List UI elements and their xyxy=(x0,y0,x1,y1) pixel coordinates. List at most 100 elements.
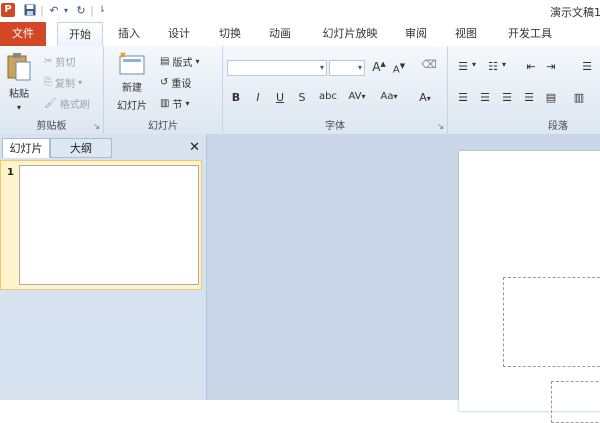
layout-dropdown-icon[interactable]: ▾ xyxy=(195,57,199,66)
tab-animations[interactable]: 动画 xyxy=(260,22,300,46)
tab-file[interactable]: 文件 xyxy=(0,22,46,46)
tab-developer[interactable]: 开发工具 xyxy=(498,22,562,46)
slides-group: 新建 幻灯片 ▤ 版式 ▾ ↺ 重设 ▥ 节 ▾ 幻灯片 xyxy=(104,46,223,134)
format-painter-label: 格式刷 xyxy=(59,100,90,111)
slide-number: 1 xyxy=(7,167,14,178)
char-spacing-button[interactable]: AV▾ xyxy=(343,91,371,102)
columns-icon[interactable]: ▥ xyxy=(572,91,586,104)
align-center-icon[interactable]: ☰ xyxy=(478,91,492,104)
copy-label: 复制 xyxy=(55,79,75,90)
align-right-icon[interactable]: ☰ xyxy=(500,91,514,104)
tab-transitions[interactable]: 切换 xyxy=(210,22,250,46)
shadow-button[interactable]: abc xyxy=(317,91,339,102)
slide-thumbnail[interactable] xyxy=(19,165,199,285)
change-case-dropdown-icon[interactable]: ▾ xyxy=(393,92,397,101)
customize-icon[interactable]: ⇂ xyxy=(96,3,108,17)
clear-format-icon[interactable]: ⌫ xyxy=(419,58,439,71)
layout-icon: ▤ xyxy=(160,56,170,67)
tab-review[interactable]: 审阅 xyxy=(396,22,436,46)
ribbon-tabs: 文件 开始 插入 设计 切换 动画 幻灯片放映 审阅 视图 开发工具 xyxy=(0,22,600,47)
numbering-dropdown-icon[interactable]: ▾ xyxy=(500,60,508,69)
copy-button[interactable]: ⎘ 复制 ▾ xyxy=(44,75,82,90)
undo-icon[interactable]: ↶ xyxy=(46,3,62,17)
save-icon[interactable] xyxy=(22,3,38,17)
tab-home[interactable]: 开始 xyxy=(57,22,103,46)
new-slide-icon xyxy=(119,52,145,75)
bold-button[interactable]: B xyxy=(229,91,243,104)
font-size-dropdown-icon[interactable]: ▾ xyxy=(358,63,362,72)
cut-icon: ✂ xyxy=(44,56,53,67)
char-spacing-label: AV xyxy=(348,91,362,102)
reset-button[interactable]: ↺ 重设 xyxy=(160,75,191,90)
grow-font-button[interactable]: A▲ xyxy=(371,60,387,74)
subtitle-placeholder[interactable] xyxy=(551,381,600,423)
align-left-icon[interactable]: ☰ xyxy=(456,91,470,104)
redo-icon[interactable]: ↻ xyxy=(74,3,88,17)
font-name-combo[interactable]: ▾ xyxy=(227,60,327,76)
section-label: 节 xyxy=(172,100,183,111)
paragraph-group-label: 段落 xyxy=(548,121,568,132)
copy-icon: ⎘ xyxy=(44,77,52,88)
window-title: 演示文稿1 xyxy=(550,6,600,19)
line-spacing-icon[interactable]: ☰ xyxy=(580,60,594,73)
font-group-label: 字体 xyxy=(325,121,345,132)
panel-tabs: 幻灯片 大纲 ✕ xyxy=(0,138,206,160)
bullets-dropdown-icon[interactable]: ▾ xyxy=(470,60,478,69)
copy-dropdown-icon[interactable]: ▾ xyxy=(78,78,82,87)
paste-dropdown-icon[interactable]: ▾ xyxy=(17,103,21,112)
change-case-button[interactable]: Aa▾ xyxy=(375,91,403,102)
dialog-launcher-icon[interactable]: ↘ xyxy=(437,122,444,131)
increase-indent-icon[interactable]: ⇥ xyxy=(544,60,558,73)
reset-icon: ↺ xyxy=(160,77,169,88)
underline-button[interactable]: U xyxy=(273,91,287,104)
font-color-label: A xyxy=(419,91,427,104)
section-dropdown-icon[interactable]: ▾ xyxy=(185,99,189,108)
shrink-font-button[interactable]: A▼ xyxy=(391,62,407,75)
slide-thumbnail-selected[interactable]: 1 xyxy=(0,160,202,290)
tab-slideshow[interactable]: 幻灯片放映 xyxy=(312,22,388,46)
section-button[interactable]: ▥ 节 ▾ xyxy=(160,96,189,111)
tab-design[interactable]: 设计 xyxy=(160,22,198,46)
paste-button[interactable]: 粘贴 ▾ xyxy=(4,52,34,112)
paste-label: 粘贴 xyxy=(9,89,29,100)
font-color-dropdown-icon[interactable]: ▾ xyxy=(427,94,431,103)
font-color-button[interactable]: A▾ xyxy=(413,91,437,104)
strikethrough-button[interactable]: S xyxy=(295,91,309,104)
font-name-dropdown-icon[interactable]: ▾ xyxy=(320,63,324,72)
tab-outline[interactable]: 大纲 xyxy=(50,138,112,158)
new-slide-label-2: 幻灯片 xyxy=(117,101,147,112)
font-size-combo[interactable]: ▾ xyxy=(329,60,365,76)
char-spacing-dropdown-icon[interactable]: ▾ xyxy=(362,92,366,101)
change-case-label: Aa xyxy=(380,91,394,102)
tab-view[interactable]: 视图 xyxy=(446,22,486,46)
title-bar: P | ↶ ▾ ↻ | ⇂ 演示文稿1 xyxy=(0,0,600,22)
layout-button[interactable]: ▤ 版式 ▾ xyxy=(160,54,199,69)
undo-dropdown-icon[interactable]: ▾ xyxy=(62,3,70,17)
cut-label: 剪切 xyxy=(55,58,76,69)
format-painter-icon: 🖌 xyxy=(44,98,57,109)
powerpoint-app-icon[interactable]: P xyxy=(1,3,15,17)
title-placeholder[interactable] xyxy=(503,277,600,367)
italic-button[interactable]: I xyxy=(251,91,265,104)
new-slide-button[interactable]: 新建 幻灯片 xyxy=(110,52,154,112)
justify-icon[interactable]: ☰ xyxy=(522,91,536,104)
slide-canvas[interactable] xyxy=(459,151,600,423)
slides-group-label: 幻灯片 xyxy=(148,121,178,132)
cut-button[interactable]: ✂ 剪切 xyxy=(44,54,75,69)
numbering-icon[interactable]: ☷ xyxy=(486,60,500,73)
separator: | xyxy=(90,3,94,17)
tab-slides[interactable]: 幻灯片 xyxy=(2,138,50,158)
slides-panel: 幻灯片 大纲 ✕ 1 xyxy=(0,134,207,400)
reset-label: 重设 xyxy=(171,79,192,90)
ribbon: 粘贴 ▾ ✂ 剪切 ⎘ 复制 ▾ 🖌 格式刷 剪贴板 ↘ 新建 幻灯片 ▤ 版式 ▾ ↺ 重设… xyxy=(0,46,600,135)
bullets-icon[interactable]: ☰ xyxy=(456,60,470,73)
dialog-launcher-icon[interactable]: ↘ xyxy=(93,122,100,131)
distributed-icon[interactable]: ▤ xyxy=(544,91,558,104)
format-painter-button[interactable]: 🖌 格式刷 xyxy=(44,96,90,111)
tab-insert[interactable]: 插入 xyxy=(110,22,148,46)
decrease-indent-icon[interactable]: ⇤ xyxy=(524,60,538,73)
clipboard-group-label: 剪贴板 xyxy=(36,121,67,132)
separator: | xyxy=(40,3,44,17)
slide-editor xyxy=(207,134,600,423)
close-icon[interactable]: ✕ xyxy=(189,140,200,155)
